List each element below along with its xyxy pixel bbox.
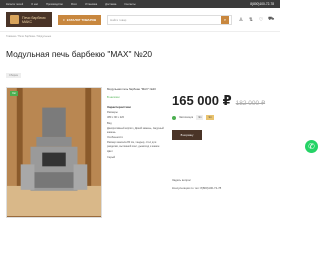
spec-value: Декоративный кирпич, Дикий камень, Ажурн…: [107, 127, 164, 134]
hit-badge: Хит: [10, 91, 19, 96]
spec-label: Цвет: [107, 150, 113, 154]
breadcrumb[interactable]: Главная / Печи барбекю / Модульные: [0, 32, 280, 41]
spec-label: Размеры: [107, 111, 118, 114]
contact-block: Задать вопрос Консультация по тел: 8(800…: [172, 178, 274, 190]
top-nav-item-5[interactable]: Доставка: [105, 3, 116, 6]
catalog-button-label: КАТАЛОГ ТОВАРОВ: [66, 17, 97, 22]
top-bar: Каталог печей О нас Производство Фото Ус…: [0, 0, 280, 8]
spec-label: Вид: [107, 121, 112, 125]
search-field[interactable]: Найти товар ⌕: [107, 14, 232, 25]
header-icons: ♙ ⇅ ♡ ⛟: [238, 16, 275, 23]
heart-icon[interactable]: ♡: [258, 17, 264, 23]
site-logo[interactable]: Печи барбекю МАКС: [6, 12, 52, 27]
product-name: Модульная печь барбекю "MAX" №20: [107, 87, 156, 91]
add-to-cart-button[interactable]: В корзину: [172, 130, 202, 140]
search-placeholder: Найти товар: [110, 17, 127, 22]
top-nav-item-3[interactable]: Фото: [71, 3, 77, 6]
page-title: Модульная печь барбекю "MAX" №20: [6, 49, 153, 59]
availability-label: Экспозиция: [179, 116, 194, 119]
availability-dot-icon: [172, 115, 176, 120]
availability-pill[interactable]: Эл: [206, 115, 214, 120]
product-photo[interactable]: Хит: [6, 87, 102, 218]
spec-label: Особенности: [107, 136, 123, 140]
spec-value: Серый: [107, 155, 116, 159]
spec-value: 380 x 90 x 220: [107, 116, 125, 120]
price-old: 182 000 ₽: [235, 100, 266, 107]
availability: Экспозиция Эл Эл: [172, 115, 274, 120]
product-photo-image: [7, 88, 101, 217]
availability-pill[interactable]: Эл: [196, 115, 204, 120]
top-nav-item-4[interactable]: Установка: [85, 3, 97, 6]
top-nav-item-6[interactable]: Контакты: [124, 3, 135, 6]
spec-value: Размер мангала 80 см, тандыр, стол для р…: [107, 141, 160, 148]
top-nav-item-2[interactable]: Производство: [46, 3, 63, 6]
search-icon[interactable]: ⌕: [221, 15, 229, 24]
logo-text: Печи барбекю МАКС: [22, 15, 46, 24]
top-nav-item-0[interactable]: Каталог печей: [6, 3, 23, 6]
product-info: Модульная печь барбекю "MAX" №20 В налич…: [107, 87, 167, 218]
header: Печи барбекю МАКС ≡ КАТАЛОГ ТОВАРОВ Найт…: [0, 8, 280, 32]
top-phone[interactable]: 8(800)100-72-78: [250, 2, 274, 6]
cart-icon[interactable]: ⛟: [268, 16, 274, 23]
compare-icon[interactable]: ⇅: [248, 17, 254, 23]
ask-question-link[interactable]: Задать вопрос: [172, 178, 274, 182]
price-block: 165 000 ₽ 182 000 ₽: [172, 93, 274, 109]
stock-status: В наличии: [107, 96, 120, 99]
logo-mark-icon: [10, 15, 19, 24]
menu-icon: ≡: [63, 17, 65, 22]
product-main: Хит Модульная печь барбекю "MAX" №20 В н…: [0, 81, 280, 218]
whatsapp-icon[interactable]: ✆: [305, 140, 318, 153]
user-icon[interactable]: ♙: [238, 17, 244, 23]
call-link[interactable]: Консультация по тел: 8(800)100-72-78: [172, 186, 274, 190]
tag-badge[interactable]: Сборка: [6, 73, 21, 78]
specs-title: Характеристики: [107, 105, 131, 109]
buy-panel: 165 000 ₽ 182 000 ₽ Экспозиция Эл Эл В к…: [172, 87, 274, 218]
catalog-button[interactable]: ≡ КАТАЛОГ ТОВАРОВ: [58, 14, 102, 25]
price-current: 165 000 ₽: [172, 93, 232, 108]
top-nav-item-1[interactable]: О нас: [31, 3, 38, 6]
